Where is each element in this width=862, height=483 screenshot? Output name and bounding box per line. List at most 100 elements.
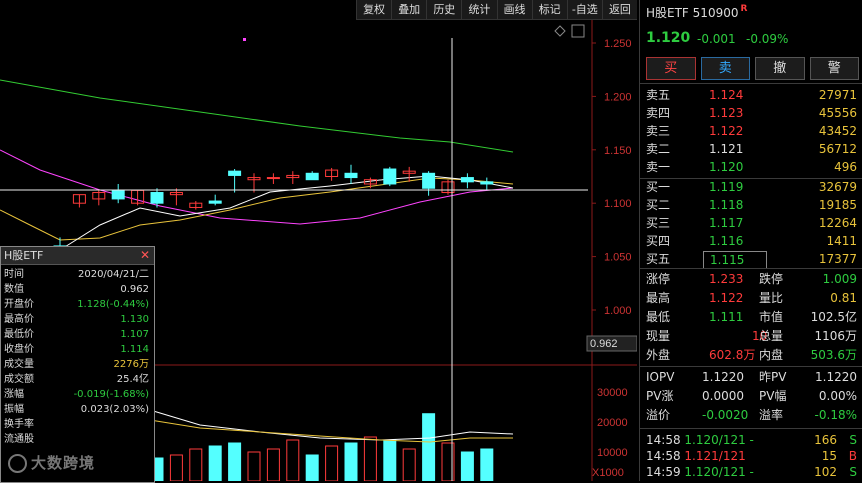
- tooltip-row: 开盘价 1.128(-0.44%): [4, 299, 149, 310]
- order-book-row[interactable]: 卖五 1.124 27971: [640, 86, 862, 105]
- tooltip-row: 收盘价 1.114: [4, 344, 149, 355]
- y-tick-label: 1.200: [604, 91, 632, 103]
- vol-unit-label: X1000: [592, 467, 624, 479]
- book-volume: 27971: [818, 88, 857, 102]
- order-book-row[interactable]: 卖四 1.123 45556: [640, 104, 862, 123]
- candle-down: [111, 189, 125, 200]
- toolbar-mark-button[interactable]: 标记: [531, 0, 567, 19]
- tooltip-title: H股ETF: [1, 247, 154, 265]
- sell-button[interactable]: 卖: [700, 57, 750, 80]
- volume-bar: [189, 448, 203, 481]
- cancel-order-button[interactable]: 撤: [755, 57, 805, 80]
- toolbar-stats-button[interactable]: 统计: [461, 0, 496, 19]
- order-book-row[interactable]: 买三 1.117 12264: [640, 214, 862, 233]
- stock-code: 510900: [692, 6, 739, 20]
- y-tick-label: 1.100: [604, 198, 632, 210]
- book-label: 卖一: [646, 160, 671, 174]
- book-label: 卖二: [646, 142, 671, 156]
- candle-down: [344, 172, 358, 179]
- ma5-line: [59, 175, 514, 251]
- book-volume: 56712: [818, 142, 857, 156]
- order-book-row[interactable]: 买五 1.115 17377: [640, 250, 862, 269]
- book-price: 1.120: [709, 160, 744, 174]
- volume-bar: [422, 413, 436, 481]
- candle-down: [480, 181, 494, 185]
- buy-button[interactable]: 买: [646, 57, 696, 80]
- candle-down: [383, 168, 397, 185]
- vol-tick-label: 20000: [597, 417, 628, 429]
- tooltip-row: 流通股: [4, 434, 34, 445]
- volume-bar: [480, 448, 494, 481]
- book-price: 1.122: [709, 124, 744, 138]
- order-book-row[interactable]: 买一 1.119 32679: [640, 178, 862, 197]
- toolbar-watchlist-button[interactable]: -自选: [566, 0, 602, 19]
- candle-down: [150, 192, 164, 204]
- volume-bar: [208, 445, 222, 481]
- order-book-row[interactable]: 卖一 1.120 496: [640, 158, 862, 177]
- toolbar-adjust-button[interactable]: 复权: [356, 0, 391, 19]
- tick-row: 14:58 1.120/121 -166 S: [646, 433, 857, 447]
- scroll-handle: [571, 24, 585, 38]
- book-volume: 45556: [818, 106, 857, 120]
- book-price: 1.123: [709, 106, 744, 120]
- order-book-row[interactable]: 卖二 1.121 56712: [640, 140, 862, 159]
- candle-down: [422, 172, 436, 189]
- watermark-logo: 大数跨境: [8, 452, 95, 473]
- y-tick-label: 1.000: [604, 305, 632, 317]
- volume-bar: [305, 454, 319, 481]
- volume-bar: [460, 451, 474, 481]
- book-volume: 12264: [818, 216, 857, 230]
- close-icon[interactable]: ✕: [140, 247, 150, 264]
- candle-down: [228, 170, 242, 176]
- tooltip-row: 最高价 1.130: [4, 314, 149, 325]
- volume-bar: [402, 448, 416, 481]
- crosshair-value: 0.962: [590, 338, 618, 350]
- book-volume: 43452: [818, 124, 857, 138]
- candle-down: [305, 172, 319, 181]
- y-tick-label: 1.250: [604, 38, 632, 50]
- toolbar-draw-button[interactable]: 画线: [496, 0, 532, 19]
- toolbar-back-button[interactable]: 返回: [601, 0, 637, 19]
- book-label: 卖四: [646, 106, 671, 120]
- trade-buttons: 买 卖 撤 警: [646, 57, 859, 80]
- y-tick-label: 1.150: [604, 145, 632, 157]
- app-window: 1.250 1.200 1.150 1.100 1.050 1.000 30000 20000…: [0, 0, 862, 483]
- toolbar-history-button[interactable]: 历史: [426, 0, 461, 19]
- last-price: 1.120: [646, 30, 691, 46]
- volume-bar: [383, 439, 397, 481]
- volume-bar: [325, 445, 339, 481]
- book-label: 卖五: [646, 88, 671, 102]
- book-label: 买二: [646, 198, 671, 212]
- diamond-icon: [554, 25, 566, 37]
- tooltip-row: 涨幅 -0.019(-1.68%): [4, 389, 149, 400]
- r-badge: R: [740, 4, 748, 14]
- quote-panel: H股ETF 510900 R 1.120 -0.001 -0.09% 买 卖 撤 …: [639, 0, 862, 481]
- order-book-row[interactable]: 卖三 1.122 43452: [640, 122, 862, 141]
- tooltip-row: 成交量 2276万: [4, 359, 149, 370]
- book-price: 1.115: [703, 251, 768, 269]
- book-label: 卖三: [646, 124, 671, 138]
- book-volume: 17377: [818, 252, 857, 266]
- tooltip-row: 换手率: [4, 419, 34, 430]
- volume-bar: [247, 451, 261, 481]
- vol-tick-label: 10000: [597, 447, 628, 459]
- order-book-row[interactable]: 买二 1.118 19185: [640, 196, 862, 215]
- volume-bar: [344, 442, 358, 481]
- book-price: 1.116: [709, 234, 744, 248]
- vol-tick-label: 30000: [597, 387, 628, 399]
- book-price: 1.119: [709, 180, 744, 194]
- book-volume: 32679: [818, 180, 857, 194]
- tick-row: 14:58 1.121/121 15 B: [646, 449, 857, 463]
- ma60-line: [0, 79, 514, 153]
- marker-dot: [243, 38, 246, 41]
- tooltip-row: 成交额 25.4亿: [4, 374, 149, 385]
- data-tooltip: H股ETF ✕ 时间 2020/04/21/二 数值 0.962 开盘价 1.128(-0…: [0, 246, 155, 483]
- order-book-row[interactable]: 买四 1.116 1411: [640, 232, 862, 251]
- book-price: 1.124: [709, 88, 744, 102]
- alert-button[interactable]: 警: [809, 57, 859, 80]
- book-volume: 19185: [818, 198, 857, 212]
- toolbar-overlay-button[interactable]: 叠加: [391, 0, 426, 19]
- volume-bar: [363, 436, 377, 481]
- book-label: 买五: [646, 252, 671, 266]
- vol-ma5-line: [149, 409, 514, 441]
